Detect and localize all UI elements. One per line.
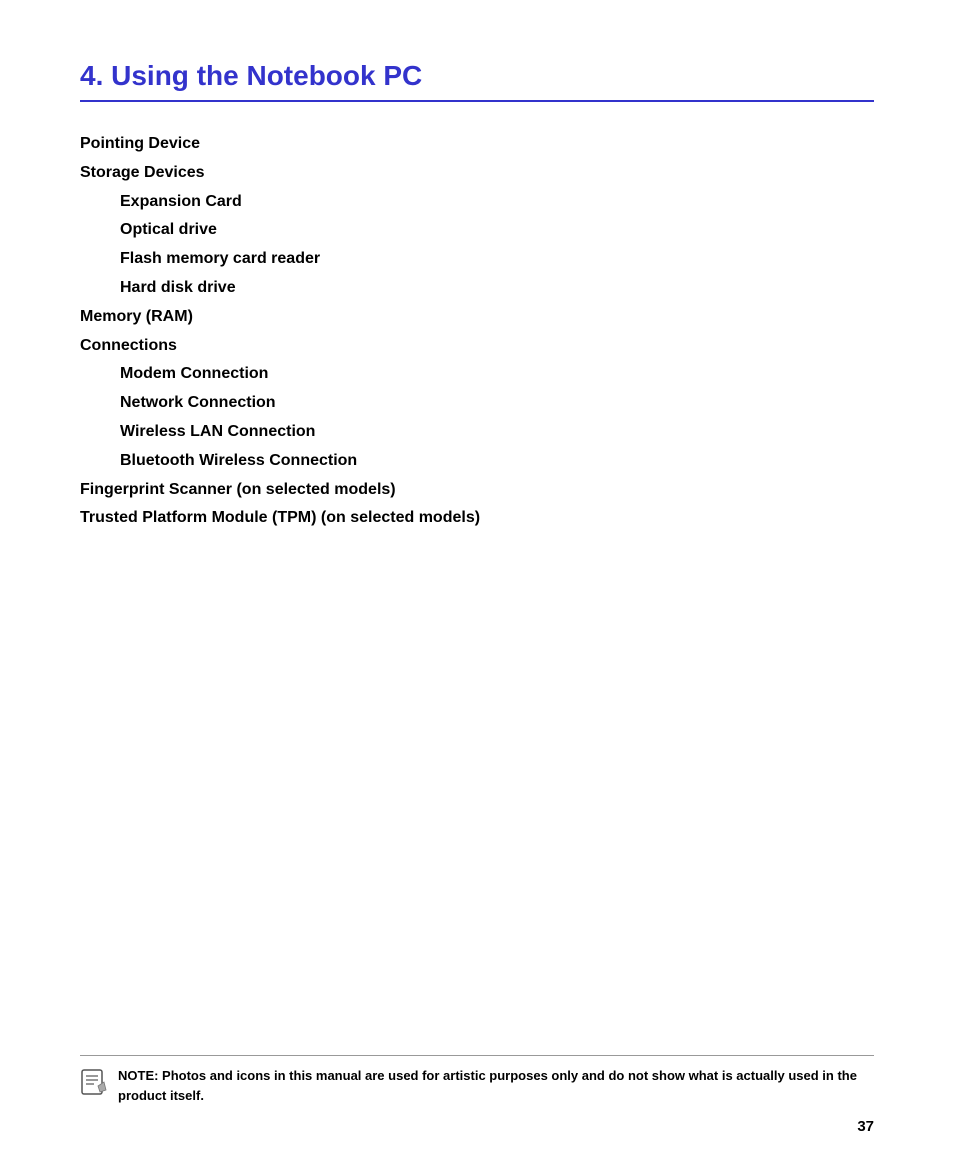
- footer-section: NOTE: Photos and icons in this manual ar…: [80, 1055, 874, 1105]
- list-item: Expansion Card: [80, 188, 874, 217]
- page-container: 4. Using the Notebook PC Pointing Device…: [0, 0, 954, 1155]
- note-text: NOTE: Photos and icons in this manual ar…: [118, 1066, 874, 1105]
- list-item: Modem Connection: [80, 360, 874, 389]
- table-of-contents: Pointing Device Storage Devices Expansio…: [80, 130, 874, 533]
- list-item: Network Connection: [80, 389, 874, 418]
- list-item: Pointing Device: [80, 130, 874, 159]
- list-item: Hard disk drive: [80, 274, 874, 303]
- list-item: Fingerprint Scanner (on selected models): [80, 476, 874, 505]
- list-item: Wireless LAN Connection: [80, 418, 874, 447]
- list-item: Storage Devices: [80, 159, 874, 188]
- list-item: Connections: [80, 332, 874, 361]
- title-underline: [80, 100, 874, 102]
- list-item: Optical drive: [80, 216, 874, 245]
- list-item: Trusted Platform Module (TPM) (on select…: [80, 504, 874, 533]
- list-item: Bluetooth Wireless Connection: [80, 447, 874, 476]
- list-item: Flash memory card reader: [80, 245, 874, 274]
- chapter-title: 4. Using the Notebook PC: [80, 60, 874, 92]
- note-icon: [80, 1068, 108, 1096]
- list-item: Memory (RAM): [80, 303, 874, 332]
- footer-note: NOTE: Photos and icons in this manual ar…: [80, 1066, 874, 1105]
- footer-rule: [80, 1055, 874, 1056]
- page-number: 37: [857, 1118, 874, 1135]
